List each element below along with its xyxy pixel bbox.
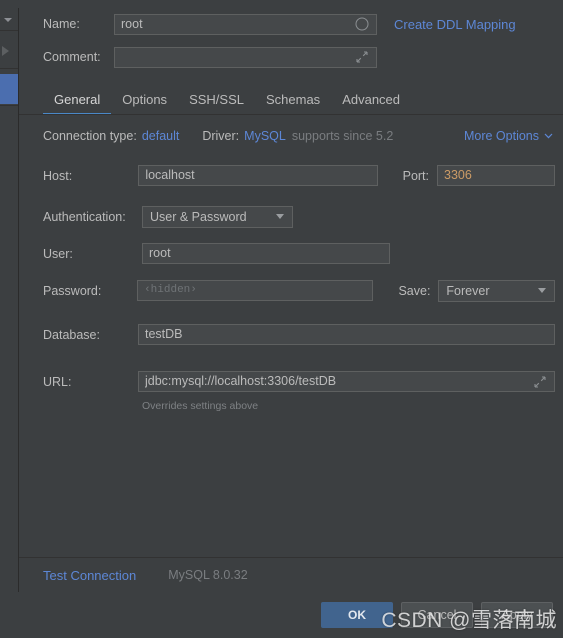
tab-ssh-ssl[interactable]: SSH/SSL — [178, 85, 255, 115]
save-label: Save: — [398, 283, 431, 298]
gutter-divider — [0, 105, 18, 106]
password-input[interactable]: ‹hidden› — [137, 280, 374, 301]
authentication-row: Authentication: User & Password — [19, 201, 563, 232]
port-input-value: 3306 — [444, 168, 472, 182]
driver-note: supports since 5.2 — [291, 129, 394, 143]
dialog-content-footer: Test Connection MySQL 8.0.32 — [19, 557, 563, 592]
expand-icon[interactable] — [532, 374, 548, 390]
gutter-divider — [0, 30, 18, 31]
host-label: Host: — [43, 168, 73, 183]
driver-label: Driver: — [202, 129, 240, 143]
test-connection-link[interactable]: Test Connection — [43, 568, 136, 583]
driver-value[interactable]: MySQL — [244, 129, 286, 143]
password-row: Password: ‹hidden› Save: Forever — [19, 275, 563, 306]
authentication-select[interactable]: User & Password — [142, 205, 293, 228]
connection-type-row: Connection type: default Driver: MySQL s… — [19, 121, 563, 151]
driver-version-label: MySQL 8.0.32 — [168, 568, 248, 582]
dialog-button-bar: OK Cancel Apply CSDN @雪落南城 — [0, 592, 563, 638]
name-input[interactable]: root — [114, 13, 377, 35]
expand-icon[interactable] — [354, 49, 370, 65]
cancel-button[interactable]: Cancel — [401, 602, 473, 628]
url-input[interactable]: jdbc:mysql://localhost:3306/testDB — [138, 371, 555, 392]
database-label: Database: — [43, 327, 100, 342]
chevron-down-icon[interactable] — [544, 133, 553, 139]
user-input[interactable]: root — [142, 243, 390, 264]
tab-advanced[interactable]: Advanced — [331, 85, 411, 115]
comment-row: Comment: — [19, 40, 563, 74]
url-row: URL: jdbc:mysql://localhost:3306/testDB — [19, 366, 563, 397]
connection-settings-dialog: Name: root Create DDL Mapping Comment: G… — [0, 0, 563, 638]
database-input-value: testDB — [145, 327, 183, 341]
url-input-value: jdbc:mysql://localhost:3306/testDB — [145, 374, 337, 388]
port-label: Port: — [402, 168, 430, 183]
user-row: User: root — [19, 238, 563, 269]
more-options-link[interactable]: More Options — [464, 129, 539, 143]
ok-button[interactable]: OK — [321, 602, 393, 628]
authentication-select-value: User & Password — [150, 209, 247, 224]
name-label: Name: — [43, 17, 80, 31]
tab-options[interactable]: Options — [111, 85, 178, 115]
port-input[interactable]: 3306 — [437, 165, 555, 186]
url-hint: Overrides settings above — [142, 400, 259, 412]
password-input-placeholder: ‹hidden› — [144, 284, 197, 296]
host-input-value: localhost — [145, 168, 195, 182]
tab-general[interactable]: General — [43, 85, 112, 115]
gutter-divider — [0, 68, 18, 69]
connection-type-label: Connection type: — [43, 129, 137, 143]
save-select[interactable]: Forever — [438, 279, 555, 302]
user-input-value: root — [149, 246, 171, 260]
save-select-value: Forever — [446, 283, 490, 298]
tabs-divider — [19, 114, 563, 115]
connection-type-value[interactable]: default — [142, 129, 180, 143]
chevron-down-icon[interactable] — [4, 18, 12, 22]
name-row: Name: root Create DDL Mapping — [19, 8, 563, 40]
general-settings-panel: Name: root Create DDL Mapping Comment: G… — [19, 8, 563, 592]
tab-schemas[interactable]: Schemas — [255, 85, 331, 115]
database-row: Database: testDB — [19, 319, 563, 350]
chevron-right-icon[interactable] — [2, 46, 9, 56]
host-port-row: Host: localhost Port: 3306 — [19, 160, 563, 191]
comment-input[interactable] — [114, 46, 377, 68]
settings-tabs[interactable]: General Options SSH/SSL Schemas Advanced — [19, 85, 563, 115]
form-area: Name: root Create DDL Mapping Comment: G… — [19, 8, 563, 557]
dialog-body: Name: root Create DDL Mapping Comment: G… — [0, 8, 563, 592]
user-label: User: — [43, 246, 73, 261]
dialog-top-strip — [0, 0, 563, 8]
chevron-down-icon — [276, 214, 284, 219]
comment-label: Comment: — [43, 50, 101, 64]
apply-button[interactable]: Apply — [481, 602, 553, 628]
url-label: URL: — [43, 374, 72, 389]
chevron-down-icon — [538, 288, 546, 293]
tree-selected-row[interactable] — [0, 74, 18, 104]
name-input-value: root — [121, 16, 143, 31]
database-input[interactable]: testDB — [138, 324, 555, 345]
create-ddl-mapping-link[interactable]: Create DDL Mapping — [394, 17, 516, 32]
data-source-tree-gutter[interactable] — [0, 8, 19, 592]
password-label: Password: — [43, 283, 102, 298]
host-input[interactable]: localhost — [138, 165, 378, 186]
circle-icon[interactable] — [354, 16, 370, 32]
authentication-label: Authentication: — [43, 209, 126, 224]
